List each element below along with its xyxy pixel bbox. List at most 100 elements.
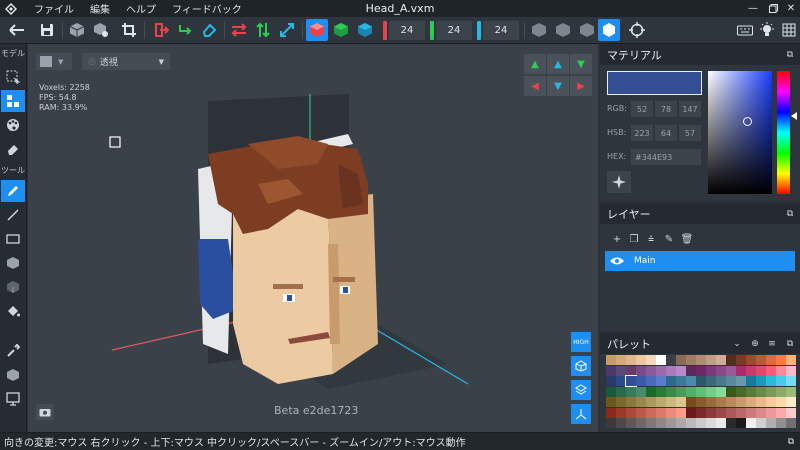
cube-add-button[interactable] <box>66 19 88 41</box>
line-tool[interactable] <box>1 204 25 226</box>
palette-swatch[interactable] <box>646 365 656 376</box>
palette-swatch[interactable] <box>756 386 766 397</box>
palette-swatch[interactable] <box>686 376 696 386</box>
palette-swatch[interactable] <box>776 418 786 428</box>
popout-icon[interactable]: ⧉ <box>783 48 797 61</box>
pencil-tool[interactable] <box>1 180 25 202</box>
quality-high-button[interactable]: HIGH <box>571 332 591 352</box>
hue-slider-handle[interactable] <box>791 112 797 120</box>
palette-swatch[interactable] <box>756 365 766 376</box>
viewport-color-dropdown[interactable]: ▼ <box>36 53 72 70</box>
palette-swatch[interactable] <box>716 386 726 397</box>
palette-swatch[interactable] <box>626 407 636 418</box>
rectangle-tool[interactable] <box>1 228 25 250</box>
palette-swatch[interactable] <box>776 365 786 376</box>
palette-swatch[interactable] <box>756 397 766 407</box>
palette-swatch[interactable] <box>606 365 616 376</box>
view-red-cube-button[interactable] <box>306 19 328 41</box>
palette-swatch[interactable] <box>616 397 626 407</box>
palette-swatch[interactable] <box>706 407 716 418</box>
target-button[interactable] <box>626 19 648 41</box>
rename-layer-icon[interactable]: ✎ <box>662 232 676 246</box>
move-right-red-button[interactable]: ▶ <box>570 76 592 96</box>
eraser-tool[interactable] <box>1 138 25 160</box>
crop-button[interactable] <box>118 19 140 41</box>
palette-swatch[interactable] <box>736 355 746 365</box>
palette-swatch[interactable] <box>786 418 796 428</box>
palette-swatch[interactable] <box>746 407 756 418</box>
hue-slider[interactable] <box>777 71 790 194</box>
palette-swatch[interactable] <box>666 376 676 386</box>
move-down-green-button[interactable]: ▼ <box>570 54 592 74</box>
rgb-g-field[interactable]: 78 <box>655 101 677 117</box>
palette-swatch[interactable] <box>716 407 726 418</box>
palette-swatch[interactable] <box>646 418 656 428</box>
render-tool[interactable] <box>1 388 25 410</box>
palette-swatch[interactable] <box>626 386 636 397</box>
palette-swatch[interactable] <box>726 386 736 397</box>
select-tool[interactable] <box>1 66 25 88</box>
view-green-cube-button[interactable] <box>330 19 352 41</box>
extrude-tool[interactable] <box>1 276 25 298</box>
palette-swatch[interactable] <box>606 407 616 418</box>
palette-swatch[interactable] <box>696 418 706 428</box>
palette-swatch[interactable] <box>646 355 656 365</box>
palette-swatch[interactable] <box>676 407 686 418</box>
palette-swatch[interactable] <box>706 376 716 386</box>
palette-swatch[interactable] <box>736 386 746 397</box>
palette-swatch[interactable] <box>656 355 666 365</box>
palette-swatch[interactable] <box>636 418 646 428</box>
keyboard-button[interactable] <box>734 19 756 41</box>
paint-palette-tool[interactable] <box>1 114 25 136</box>
maximize-icon[interactable] <box>764 0 782 17</box>
palette-swatch[interactable] <box>736 407 746 418</box>
layer-row-main[interactable]: Main <box>605 251 795 271</box>
hsb-s-field[interactable]: 64 <box>655 125 677 141</box>
palette-swatch[interactable] <box>656 376 666 386</box>
shade-cube-1-button[interactable] <box>528 19 550 41</box>
palette-swatch[interactable] <box>766 386 776 397</box>
minimize-icon[interactable]: — <box>744 0 762 17</box>
palette-swatch[interactable] <box>706 386 716 397</box>
popout-icon[interactable]: ⧉ <box>783 207 797 220</box>
palette-swatch[interactable] <box>776 397 786 407</box>
palette-swatch[interactable] <box>766 365 776 376</box>
move-left-red-button[interactable]: ◀ <box>524 76 546 96</box>
palette-swatch[interactable] <box>616 407 626 418</box>
count-y-field[interactable]: 24 <box>436 21 472 40</box>
layers-view-button[interactable] <box>571 380 591 400</box>
menu-icon[interactable]: ≡ <box>765 337 779 350</box>
palette-swatch[interactable] <box>626 355 636 365</box>
menu-feedback[interactable]: フィードバック <box>172 1 242 16</box>
menu-edit[interactable]: 編集 <box>90 1 110 16</box>
palette-swatch[interactable] <box>696 376 706 386</box>
palette-swatch[interactable] <box>666 355 676 365</box>
grid-button[interactable] <box>778 19 800 41</box>
palette-swatch[interactable] <box>606 386 616 397</box>
move-up-blue-button[interactable]: ▲ <box>547 54 569 74</box>
palette-swatch[interactable] <box>696 407 706 418</box>
palette-swatch[interactable] <box>616 418 626 428</box>
rotate-button[interactable] <box>174 19 196 41</box>
cube-settings-button[interactable] <box>90 19 112 41</box>
palette-swatch[interactable] <box>786 376 796 386</box>
palette-swatch[interactable] <box>756 376 766 386</box>
delete-layer-icon[interactable]: 🗑 <box>680 232 694 246</box>
palette-swatch[interactable] <box>746 355 756 365</box>
back-button[interactable] <box>6 19 28 41</box>
palette-swatch[interactable] <box>686 386 696 397</box>
voxel-tool[interactable] <box>1 364 25 386</box>
popout-icon[interactable]: ⧉ <box>783 337 797 350</box>
palette-swatch[interactable] <box>656 418 666 428</box>
eye-icon[interactable] <box>609 256 625 266</box>
palette-swatch[interactable] <box>786 386 796 397</box>
palette-swatch[interactable] <box>746 365 756 376</box>
palette-swatch[interactable] <box>646 376 656 386</box>
palette-swatch[interactable] <box>726 355 736 365</box>
palette-swatch[interactable] <box>726 418 736 428</box>
palette-swatch[interactable] <box>636 376 646 386</box>
move-up-green-button[interactable]: ▲ <box>524 54 546 74</box>
palette-swatch[interactable] <box>756 355 766 365</box>
move-down-blue-button[interactable]: ▼ <box>547 76 569 96</box>
palette-swatch[interactable] <box>606 418 616 428</box>
